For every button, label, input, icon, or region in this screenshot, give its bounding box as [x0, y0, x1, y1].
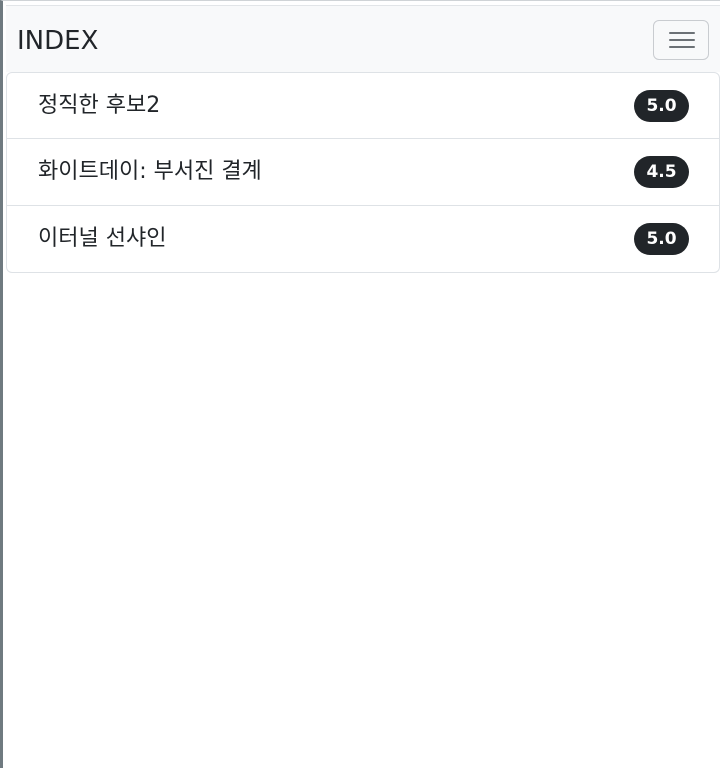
app-window: INDEX 정직한 후보2 5.0 화이트데이: 부서진 결계 4.5 이터널 …	[0, 0, 720, 768]
movie-list: 정직한 후보2 5.0 화이트데이: 부서진 결계 4.5 이터널 선샤인 5.…	[6, 72, 720, 273]
list-item-title: 이터널 선샤인	[38, 226, 167, 251]
navbar-brand[interactable]: INDEX	[17, 25, 98, 57]
list-item[interactable]: 화이트데이: 부서진 결계 4.5	[6, 139, 720, 206]
list-item-title: 화이트데이: 부서진 결계	[38, 159, 262, 184]
list-item[interactable]: 이터널 선샤인 5.0	[6, 206, 720, 273]
rating-badge: 5.0	[634, 90, 689, 122]
list-item-title: 정직한 후보2	[38, 93, 161, 118]
list-item[interactable]: 정직한 후보2 5.0	[6, 72, 720, 139]
rating-badge: 4.5	[634, 156, 689, 188]
navbar-toggler-button[interactable]	[653, 20, 709, 60]
rating-badge: 5.0	[634, 223, 689, 255]
navbar: INDEX	[6, 5, 720, 72]
